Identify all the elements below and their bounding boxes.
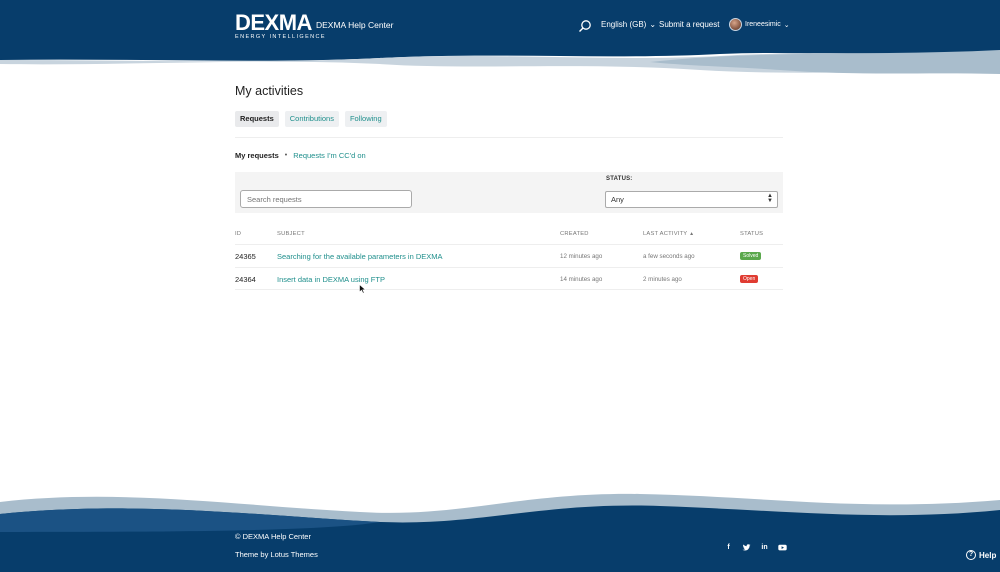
filter-bar: STATUS: Any ▲▼	[235, 172, 783, 213]
facebook-icon[interactable]: f	[724, 543, 733, 552]
help-label: Help	[979, 550, 997, 560]
page-title: My activities	[235, 84, 304, 98]
site-header: DEXMA ENERGY INTELLIGENCE DEXMA Help Cen…	[0, 0, 1000, 80]
help-center-title[interactable]: DEXMA Help Center	[316, 20, 393, 30]
col-last-activity-label: LAST ACTIVITY	[643, 231, 688, 237]
requests-table: ID SUBJECT CREATED LAST ACTIVITY ▲ STATU…	[235, 228, 783, 290]
search-requests-input[interactable]	[240, 190, 412, 208]
request-last-activity: a few seconds ago	[643, 253, 695, 260]
col-last-activity[interactable]: LAST ACTIVITY ▲	[643, 231, 694, 237]
footer-theme-credit[interactable]: Theme by Lotus Themes	[235, 550, 318, 559]
help-button[interactable]: ? Help	[966, 550, 996, 560]
footer-copyright: © DEXMA Help Center	[235, 532, 311, 541]
status-badge: Solved	[740, 252, 762, 260]
search-icon[interactable]	[578, 19, 592, 33]
username: Ireneesimic	[745, 21, 781, 28]
request-created: 12 minutes ago	[560, 253, 603, 260]
select-arrows-icon: ▲ ▼	[767, 193, 773, 204]
request-id: 24365	[235, 252, 256, 261]
submit-request-link[interactable]: Submit a request	[659, 20, 719, 29]
request-subnav: My requests • Requests I'm CC'd on	[235, 151, 366, 160]
divider	[235, 137, 783, 138]
chevron-down-icon: ⌄	[783, 21, 790, 29]
tab-contributions[interactable]: Contributions	[284, 111, 339, 127]
twitter-icon[interactable]	[742, 543, 751, 552]
status-filter-label: STATUS:	[606, 176, 633, 182]
request-subject-link[interactable]: Insert data in DEXMA using FTP	[277, 275, 385, 284]
tab-following[interactable]: Following	[344, 111, 387, 127]
sort-asc-icon: ▲	[689, 231, 695, 237]
request-created: 14 minutes ago	[560, 275, 603, 283]
request-subject-link[interactable]: Searching for the available parameters i…	[277, 252, 443, 261]
language-label: English (GB)	[601, 20, 647, 29]
help-question-icon: ?	[966, 550, 976, 560]
footer-wave-background	[0, 493, 1000, 572]
logo-tagline: ENERGY INTELLIGENCE	[235, 34, 326, 40]
language-selector[interactable]: English (GB) ⌄	[601, 20, 656, 29]
subnav-my-requests: My requests	[235, 151, 279, 160]
status-badge: Open	[740, 274, 759, 283]
table-header: ID SUBJECT CREATED LAST ACTIVITY ▲ STATU…	[235, 228, 783, 245]
tab-requests[interactable]: Requests	[235, 111, 279, 127]
request-id: 24364	[235, 274, 256, 284]
table-row: 24365 Searching for the available parame…	[235, 245, 783, 268]
activity-tabs: Requests Contributions Following	[235, 111, 387, 127]
site-footer	[0, 492, 1000, 572]
status-select[interactable]: Any ▲ ▼	[605, 191, 778, 208]
col-id[interactable]: ID	[235, 231, 241, 237]
request-last-activity: 2 minutes ago	[643, 275, 682, 283]
subnav-cc-requests[interactable]: Requests I'm CC'd on	[293, 151, 365, 160]
user-menu[interactable]: Ireneesimic ⌄	[729, 18, 790, 31]
linkedin-icon[interactable]: in	[760, 543, 769, 552]
status-select-value: Any	[611, 195, 624, 204]
subnav-separator: •	[284, 152, 288, 159]
col-subject[interactable]: SUBJECT	[277, 231, 305, 237]
avatar	[729, 18, 742, 31]
table-row: 24364 Insert data in DEXMA using FTP 14 …	[235, 268, 783, 290]
logo-wordmark: DEXMA	[235, 10, 312, 35]
youtube-icon[interactable]	[778, 543, 787, 552]
social-links: f in	[724, 543, 787, 552]
col-created[interactable]: CREATED	[560, 231, 589, 237]
mouse-cursor-icon	[359, 284, 367, 294]
dexma-logo[interactable]: DEXMA ENERGY INTELLIGENCE	[235, 10, 326, 41]
chevron-down-icon: ⌄	[649, 20, 657, 29]
col-status[interactable]: STATUS	[740, 231, 763, 237]
header-wave-background	[0, 0, 1000, 74]
